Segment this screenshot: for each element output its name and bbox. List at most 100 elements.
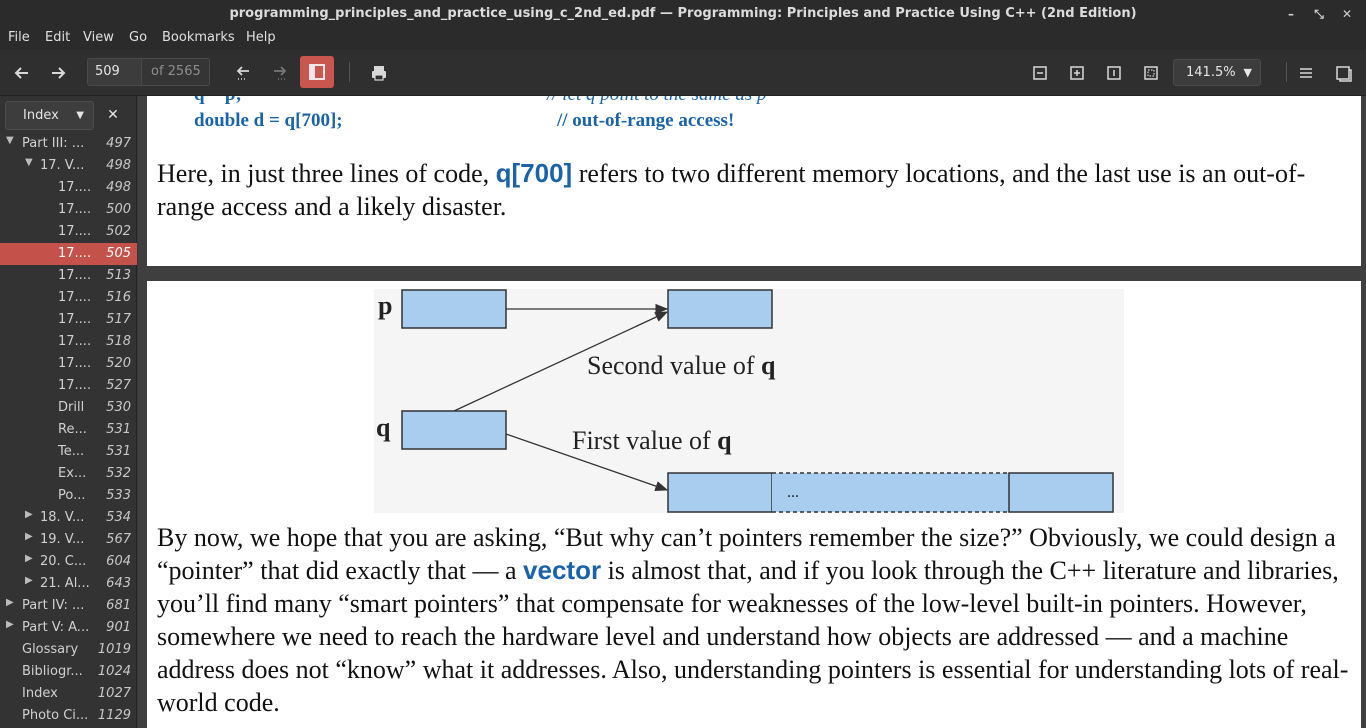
toc-item-page: 567 — [106, 532, 131, 547]
toc-item-page: 531 — [106, 444, 131, 459]
toc-item-page: 534 — [106, 510, 131, 525]
ellipsis: ... — [787, 484, 799, 501]
toc-item-page: 498 — [106, 158, 131, 173]
toc-item-page: 643 — [106, 576, 131, 591]
toc-item-label: Bibliogr... — [22, 664, 83, 679]
pdf-page: p Second value of q q First value of q .… — [147, 281, 1361, 728]
toc-item-label: Glossary — [22, 642, 79, 657]
toc-item-label: Po... — [58, 488, 86, 503]
forward-icon[interactable] — [44, 59, 72, 87]
menu-file[interactable]: File — [8, 30, 30, 45]
page-number-input[interactable]: 509 — [87, 58, 142, 86]
menu-view[interactable]: View — [83, 30, 114, 45]
sidebar-toc-item[interactable]: 17.... 527 — [0, 375, 137, 397]
sidebar-toc-item[interactable]: ▶ 20. C... 604 — [0, 551, 137, 573]
sidebar-toc-item[interactable]: 17.... 505 — [0, 243, 137, 265]
toc-item-page: 1027 — [97, 686, 131, 701]
toc-item-label: 17.... — [58, 202, 92, 217]
toc-item-label: 17.... — [58, 290, 92, 305]
next-page-icon[interactable] — [266, 59, 294, 87]
toc-item-page: 531 — [106, 422, 131, 437]
fit-width-icon[interactable] — [1137, 59, 1165, 87]
code-comment: // out-of-range access! — [557, 110, 735, 131]
toc-item-page: 530 — [106, 400, 131, 415]
back-icon[interactable] — [8, 59, 36, 87]
window-title: programming_principles_and_practice_usin… — [229, 6, 1137, 21]
toc-item-label: 20. C... — [40, 554, 87, 569]
toc-item-page: 500 — [106, 202, 131, 217]
toc-item-label: Drill — [58, 400, 85, 415]
toc-item-label: Re... — [58, 422, 87, 437]
menu-edit[interactable]: Edit — [45, 30, 70, 45]
collapsed-arrow-icon[interactable]: ▶ — [25, 531, 33, 542]
sidebar-toc-item[interactable]: 17.... 502 — [0, 221, 137, 243]
target-box-p — [667, 289, 773, 329]
sidebar-toc-item[interactable]: 17.... 518 — [0, 331, 137, 353]
collapsed-arrow-icon[interactable]: ▶ — [25, 509, 33, 520]
fit-page-icon[interactable] — [1100, 59, 1128, 87]
zoom-out-icon[interactable] — [1026, 59, 1054, 87]
zoom-in-icon[interactable] — [1063, 59, 1091, 87]
document-view[interactable]: q = p; // let q point to the same as p d… — [138, 96, 1366, 728]
sidebar-toggle-button[interactable] — [300, 56, 334, 88]
sidebar-toc-item[interactable]: 17.... 520 — [0, 353, 137, 375]
collapsed-arrow-icon[interactable]: ▶ — [25, 575, 33, 586]
sidebar-toc-item[interactable]: ▶ 18. V... 534 — [0, 507, 137, 529]
sidebar-toc-item[interactable]: ▶ Part IV: ... 681 — [0, 595, 137, 617]
chevron-down-icon: ▼ — [1243, 66, 1252, 79]
sidebar-toc-item[interactable]: 17.... 516 — [0, 287, 137, 309]
menu-bookmarks[interactable]: Bookmarks — [162, 30, 235, 45]
close-window-button[interactable]: ✕ — [1337, 4, 1357, 24]
chevron-down-icon: ▼ — [76, 110, 84, 121]
collapsed-arrow-icon[interactable]: ▶ — [6, 619, 14, 630]
sidebar-toc-item[interactable]: ▼ Part III: ... 497 — [0, 133, 137, 155]
code-line: q = p; — [194, 96, 242, 106]
expanded-arrow-icon[interactable]: ▼ — [6, 135, 14, 146]
toc-item-label: Te... — [58, 444, 85, 459]
sidebar-toc-item[interactable]: Ex... 532 — [0, 463, 137, 485]
toc-item-label: Part IV: ... — [22, 598, 85, 613]
sidebar-mode-select[interactable]: Index ▼ — [5, 101, 94, 130]
sidebar-toc-item[interactable]: 17.... 513 — [0, 265, 137, 287]
print-icon[interactable] — [365, 59, 393, 87]
collapsed-arrow-icon[interactable]: ▶ — [25, 553, 33, 564]
toc-item-page: 1129 — [97, 708, 131, 723]
annotations-icon[interactable] — [1329, 59, 1357, 87]
expanded-arrow-icon[interactable]: ▼ — [25, 157, 33, 168]
page-count-label: of 2565 — [142, 58, 210, 86]
sidebar-toc-item[interactable]: Glossary 1019 — [0, 639, 137, 661]
toc-item-page: 527 — [106, 378, 131, 393]
restore-button[interactable]: ⤡ — [1309, 4, 1329, 24]
sidebar-toc-item[interactable]: 17.... 517 — [0, 309, 137, 331]
sidebar-toc-item[interactable]: ▼ 17. V... 498 — [0, 155, 137, 177]
sidebar-toc-item[interactable]: ▶ 21. Al... 643 — [0, 573, 137, 595]
close-icon[interactable]: ✕ — [104, 106, 122, 124]
pointer-box-q — [401, 410, 507, 450]
sidebar-toc-item[interactable]: Drill 530 — [0, 397, 137, 419]
menu-help[interactable]: Help — [246, 30, 276, 45]
inline-code: vector — [523, 555, 602, 585]
toc-item-label: Ex... — [58, 466, 87, 481]
sidebar-toc-item[interactable]: Po... 533 — [0, 485, 137, 507]
sidebar-toc-item[interactable]: ▶ Part V: A... 901 — [0, 617, 137, 639]
sidebar-toc-item[interactable]: Index 1027 — [0, 683, 137, 705]
pointer-box-p — [401, 289, 507, 329]
sidebar-toc-item[interactable]: Re... 531 — [0, 419, 137, 441]
toc-item-page: 502 — [106, 224, 131, 239]
menu-go[interactable]: Go — [129, 30, 147, 45]
menu-lines-icon[interactable] — [1292, 59, 1320, 87]
menu-bar: File Edit View Go Bookmarks Help — [0, 28, 1366, 50]
pointer-diagram: p Second value of q q First value of q .… — [374, 289, 1124, 513]
sidebar-toc-item[interactable]: 17.... 500 — [0, 199, 137, 221]
sidebar-toc-item[interactable]: Te... 531 — [0, 441, 137, 463]
sidebar-toc-item[interactable]: 17.... 498 — [0, 177, 137, 199]
sidebar-toc-item[interactable]: ▶ 19. V... 567 — [0, 529, 137, 551]
zoom-select[interactable]: 141.5% ▼ — [1173, 59, 1261, 86]
minimize-button[interactable]: – — [1281, 4, 1301, 24]
collapsed-arrow-icon[interactable]: ▶ — [6, 597, 14, 608]
sidebar-toc-item[interactable]: Bibliogr... 1024 — [0, 661, 137, 683]
toc-item-label: 17.... — [58, 312, 92, 327]
sidebar-toc-item[interactable]: Photo Ci... 1129 — [0, 705, 137, 727]
previous-page-icon[interactable] — [229, 59, 257, 87]
toc-item-page: 497 — [106, 136, 131, 151]
